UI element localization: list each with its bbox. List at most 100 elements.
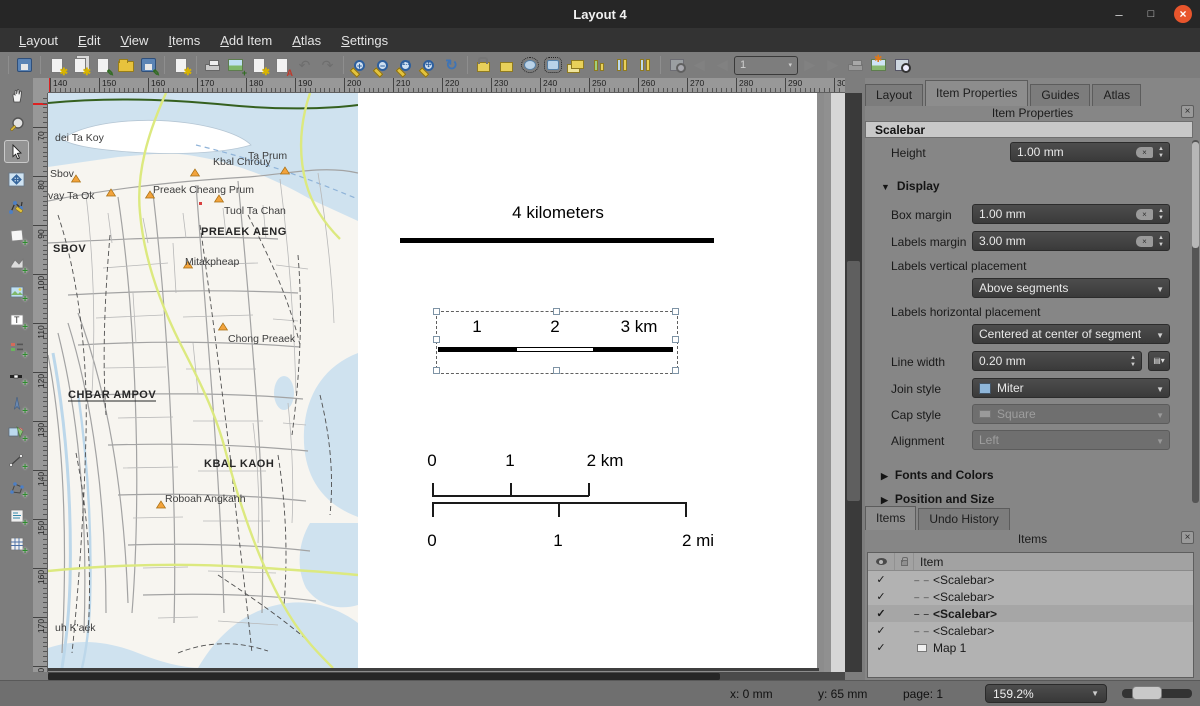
zoom-level-combo[interactable]: 159.2% ▼ [985, 684, 1107, 703]
spinner-arrows-icon[interactable]: ▲▼ [1156, 207, 1166, 223]
zoom-actual-icon[interactable]: 1:1 [394, 54, 417, 77]
menu-add-item[interactable]: Add Item [211, 31, 281, 50]
close-button[interactable]: × [1174, 5, 1192, 23]
atlas-next-icon[interactable]: ▶ [798, 54, 821, 77]
edit-nodes-tool-icon[interactable] [4, 196, 29, 219]
visibility-checkbox[interactable]: ✓ [868, 607, 894, 620]
scalebar2-segment-black2[interactable] [594, 347, 673, 352]
maximize-button[interactable]: □ [1142, 5, 1160, 23]
box-margin-spinbox[interactable]: 1.00 mm × ▲▼ [972, 204, 1170, 224]
selection-handle[interactable] [433, 308, 440, 315]
scalebar2-segment-black1[interactable] [438, 347, 516, 352]
print-icon[interactable] [201, 54, 224, 77]
add-picture-tool-icon[interactable] [4, 280, 29, 303]
position-and-size-group[interactable]: ▶Position and Size [881, 492, 994, 506]
new-item-icon[interactable]: ✱ [169, 54, 192, 77]
display-group-header[interactable]: ▼Display [881, 179, 940, 193]
raise-items-icon[interactable] [564, 54, 587, 77]
export-atlas-icon[interactable] [867, 54, 890, 77]
redo-icon[interactable]: ↷ [316, 54, 339, 77]
zoom-full-icon[interactable]: ✣ [417, 54, 440, 77]
menu-settings[interactable]: Settings [332, 31, 397, 50]
spinner-arrows-icon[interactable]: ▲▼ [1156, 234, 1166, 250]
add-map-tool-icon[interactable] [4, 224, 29, 247]
zoom-out-icon[interactable]: − [371, 54, 394, 77]
atlas-prev-icon[interactable]: ◀ [711, 54, 734, 77]
layout-canvas[interactable]: dei Ta KoyKbal ChrouyTa PrumSbovvay Ta O… [48, 93, 845, 672]
visibility-checkbox[interactable]: ✓ [868, 624, 894, 637]
add-north-arrow-tool-icon[interactable] [4, 392, 29, 415]
distribute-items-icon[interactable] [610, 54, 633, 77]
add-arrow-tool-icon[interactable] [4, 448, 29, 471]
print-atlas-icon[interactable] [844, 54, 867, 77]
add-attribute-table-tool-icon[interactable] [4, 532, 29, 555]
tab-items[interactable]: Items [865, 506, 916, 530]
layout-manager-icon[interactable]: ✎ [91, 54, 114, 77]
map-item[interactable]: dei Ta KoyKbal ChrouyTa PrumSbovvay Ta O… [48, 93, 358, 668]
pan-tool-icon[interactable] [4, 84, 29, 107]
properties-scrollbar[interactable] [1192, 140, 1199, 503]
atlas-first-icon[interactable]: ◀ [688, 54, 711, 77]
items-table-row[interactable]: ✓‒ ‒<Scalebar> [868, 571, 1193, 588]
labels-vertical-placement-combo[interactable]: Above segments ▼ [972, 278, 1170, 298]
add-scalebar-tool-icon[interactable] [4, 364, 29, 387]
selection-handle[interactable] [553, 367, 560, 374]
add-3d-map-tool-icon[interactable] [4, 252, 29, 275]
add-label-tool-icon[interactable]: T [4, 308, 29, 331]
items-table-row[interactable]: ✓‒ ‒<Scalebar> [868, 605, 1193, 622]
resize-items-icon[interactable] [633, 54, 656, 77]
spinner-arrows-icon[interactable]: ▲▼ [1156, 145, 1166, 161]
height-spinbox[interactable]: 1.00 mm × ▲▼ [1010, 142, 1170, 162]
tab-layout[interactable]: Layout [865, 84, 923, 106]
clear-value-icon[interactable]: × [1136, 147, 1153, 158]
add-html-tool-icon[interactable] [4, 504, 29, 527]
menu-atlas[interactable]: Atlas [283, 31, 330, 50]
items-table-row[interactable]: ✓Map 1 [868, 639, 1193, 656]
move-content-tool-icon[interactable] [4, 168, 29, 191]
canvas-vertical-scrollbar[interactable] [845, 93, 862, 672]
move-content-icon[interactable] [541, 54, 564, 77]
items-panel-close-icon[interactable]: × [1181, 531, 1194, 544]
save-project-icon[interactable] [13, 54, 36, 77]
refresh-icon[interactable]: ↻ [440, 54, 463, 77]
join-style-combo[interactable]: Miter ▼ [972, 378, 1170, 398]
selection-handle[interactable] [433, 336, 440, 343]
selection-handle[interactable] [553, 308, 560, 315]
scalebar2-segment-white[interactable] [516, 347, 594, 352]
undo-icon[interactable]: ↶ [293, 54, 316, 77]
line-width-spinbox[interactable]: 0.20 mm ▲▼ [972, 351, 1142, 371]
menu-edit[interactable]: Edit [69, 31, 109, 50]
items-table-row[interactable]: ✓‒ ‒<Scalebar> [868, 622, 1193, 639]
group-items-icon[interactable] [665, 54, 688, 77]
zoom-slider[interactable] [1122, 689, 1192, 698]
selection-handle[interactable] [672, 336, 679, 343]
layout-page[interactable]: dei Ta KoyKbal ChrouyTa PrumSbovvay Ta O… [48, 93, 817, 668]
save-layout-icon[interactable]: ✎ [137, 54, 160, 77]
scalebar1-bar[interactable] [400, 238, 714, 243]
visibility-checkbox[interactable]: ✓ [868, 573, 894, 586]
minimize-button[interactable]: – [1110, 5, 1128, 23]
export-image-icon[interactable]: + [224, 54, 247, 77]
panel-close-icon[interactable]: × [1181, 105, 1194, 118]
data-defined-override-icon[interactable]: ▤▾ [1148, 351, 1170, 371]
zoom-in-icon[interactable]: + [348, 54, 371, 77]
labels-horizontal-placement-combo[interactable]: Centered at center of segment ▼ [972, 324, 1170, 344]
atlas-settings-icon[interactable] [890, 54, 913, 77]
align-items-icon[interactable] [587, 54, 610, 77]
tab-guides[interactable]: Guides [1030, 84, 1090, 106]
selection-handle[interactable] [672, 367, 679, 374]
open-folder-icon[interactable] [114, 54, 137, 77]
selection-handle[interactable] [672, 308, 679, 315]
lock-items-icon[interactable] [472, 54, 495, 77]
fonts-and-colors-group[interactable]: ▶Fonts and Colors [881, 468, 994, 482]
scalebar1-title[interactable]: 4 kilometers [512, 203, 604, 223]
menu-view[interactable]: View [111, 31, 157, 50]
new-layout-icon[interactable]: ✱ [45, 54, 68, 77]
add-node-item-tool-icon[interactable] [4, 476, 29, 499]
spinner-arrows-icon[interactable]: ▲▼ [1128, 354, 1138, 370]
move-item-icon[interactable] [518, 54, 541, 77]
menu-layout[interactable]: Layout [10, 31, 67, 50]
zoom-tool-icon[interactable] [4, 112, 29, 135]
visibility-checkbox[interactable]: ✓ [868, 590, 894, 603]
zoom-slider-thumb[interactable] [1132, 686, 1162, 700]
